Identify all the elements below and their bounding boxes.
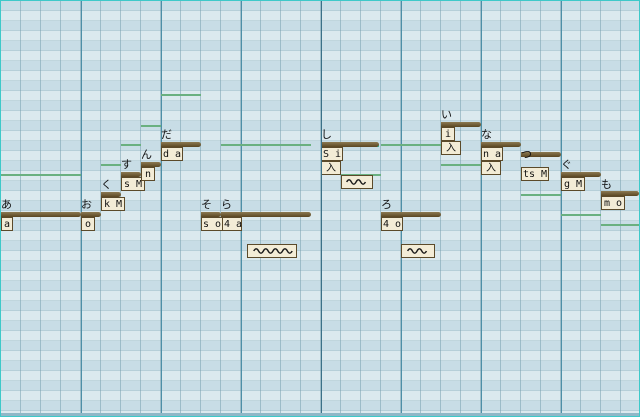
note-lyric: だ bbox=[161, 128, 172, 141]
note-phoneme: o bbox=[81, 217, 95, 231]
note-lyric: く bbox=[101, 178, 112, 191]
vibrato-wave-icon[interactable] bbox=[247, 244, 297, 258]
note-phoneme: i bbox=[441, 127, 455, 141]
pitch-curve bbox=[121, 144, 141, 146]
note-lyric: ん bbox=[141, 148, 152, 161]
note-lyric: ぐ bbox=[561, 158, 572, 171]
piano-roll[interactable]: あ お く す ん だ そ ら し ろ い な つ ぐ も a o k M s … bbox=[0, 0, 640, 417]
pitch-curve bbox=[101, 164, 121, 166]
note-phoneme: g M bbox=[561, 177, 585, 191]
pitch-curve bbox=[441, 164, 481, 166]
pitch-curve bbox=[1, 174, 81, 176]
note-lyric: そ bbox=[201, 198, 212, 211]
measure-line bbox=[401, 1, 402, 416]
pitch-curve bbox=[521, 194, 561, 196]
measure-line bbox=[561, 1, 562, 416]
breath-marker[interactable]: 入 bbox=[321, 161, 341, 175]
vibrato-wave-icon[interactable] bbox=[401, 244, 435, 258]
note-phoneme: m o bbox=[601, 196, 625, 210]
note-bar[interactable] bbox=[1, 212, 81, 217]
pitch-curve bbox=[561, 214, 601, 216]
note-lyric: も bbox=[601, 178, 612, 191]
vibrato-wave-icon bbox=[406, 248, 428, 254]
note-lyric: い bbox=[441, 108, 452, 121]
note-phoneme: S i bbox=[321, 147, 343, 161]
note-phoneme: k M bbox=[101, 197, 125, 211]
measure-line bbox=[481, 1, 482, 416]
note-lyric: し bbox=[321, 128, 332, 141]
pitch-curve bbox=[161, 94, 201, 96]
vibrato-wave-icon bbox=[253, 248, 293, 254]
note-phoneme: n bbox=[141, 167, 155, 181]
vibrato-wave-icon bbox=[346, 179, 367, 185]
vibrato-wave-icon[interactable] bbox=[341, 175, 373, 189]
note-lyric: な bbox=[481, 128, 492, 141]
breath-marker[interactable]: 入 bbox=[481, 161, 501, 175]
note-lyric: ら bbox=[221, 198, 232, 211]
note-lyric: ろ bbox=[381, 198, 392, 211]
horizontal-scrollbar[interactable] bbox=[1, 413, 639, 416]
note-lyric: つ bbox=[521, 148, 532, 161]
note-phoneme: d a bbox=[161, 147, 183, 161]
note-phoneme: a bbox=[1, 217, 13, 231]
pitch-curve bbox=[601, 224, 639, 226]
pitch-curve bbox=[381, 144, 441, 146]
measure-line bbox=[161, 1, 162, 416]
note-phoneme: 4 o bbox=[381, 217, 403, 231]
note-lyric: あ bbox=[1, 198, 12, 211]
breath-marker[interactable]: 入 bbox=[441, 141, 461, 155]
measure-line bbox=[241, 1, 242, 416]
note-phoneme: 4 a bbox=[222, 217, 243, 231]
note-phoneme: s o bbox=[201, 217, 223, 231]
note-phoneme: n a bbox=[481, 147, 503, 161]
pitch-curve bbox=[141, 125, 161, 127]
playback-cursor[interactable] bbox=[321, 1, 322, 416]
note-lyric: お bbox=[81, 198, 92, 211]
note-lyric: す bbox=[121, 158, 132, 171]
note-phoneme: ts M bbox=[521, 167, 549, 181]
pitch-curve bbox=[221, 144, 311, 146]
